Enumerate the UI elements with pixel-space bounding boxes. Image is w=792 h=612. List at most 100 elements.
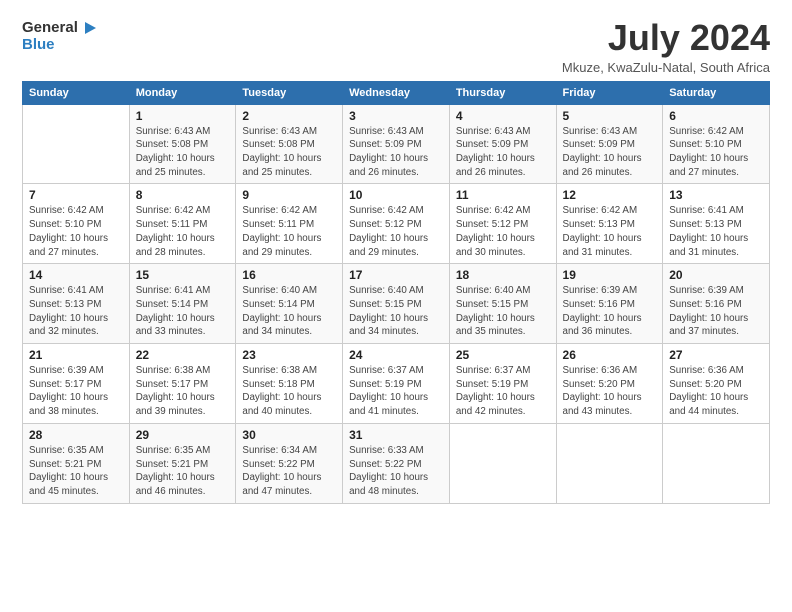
day-info: Sunrise: 6:43 AMSunset: 5:09 PMDaylight:… (563, 125, 657, 180)
logo-general: General (22, 20, 78, 37)
calendar-cell: 29 Sunrise: 6:35 AMSunset: 5:21 PMDayligh… (129, 423, 236, 503)
day-number: 5 (563, 109, 657, 123)
day-info: Sunrise: 6:41 AMSunset: 5:13 PMDaylight:… (669, 204, 763, 259)
day-info: Sunrise: 6:43 AMSunset: 5:08 PMDaylight:… (242, 125, 336, 180)
calendar-week-2: 14 Sunrise: 6:41 AMSunset: 5:13 PMDayligh… (23, 264, 770, 344)
day-info: Sunrise: 6:37 AMSunset: 5:19 PMDaylight:… (456, 364, 550, 419)
calendar-cell: 19 Sunrise: 6:39 AMSunset: 5:16 PMDayligh… (556, 264, 663, 344)
day-number: 2 (242, 109, 336, 123)
calendar-cell: 6Sunrise: 6:42 AMSunset: 5:10 PMDaylight… (663, 104, 770, 184)
day-number: 3 (349, 109, 443, 123)
col-header-thursday: Thursday (449, 81, 556, 104)
calendar-cell: 24 Sunrise: 6:37 AMSunset: 5:19 PMDayligh… (343, 344, 450, 424)
calendar-cell: 8 Sunrise: 6:42 AMSunset: 5:11 PMDaylight… (129, 184, 236, 264)
day-number: 29 (136, 428, 230, 442)
col-header-wednesday: Wednesday (343, 81, 450, 104)
col-header-sunday: Sunday (23, 81, 130, 104)
calendar-week-4: 28Sunrise: 6:35 AMSunset: 5:21 PMDayligh… (23, 423, 770, 503)
day-info: Sunrise: 6:43 AMSunset: 5:08 PMDaylight:… (136, 125, 230, 180)
day-info: Sunrise: 6:43 AMSunset: 5:09 PMDaylight:… (349, 125, 443, 180)
calendar-cell: 30Sunrise: 6:34 AMSunset: 5:22 PMDayligh… (236, 423, 343, 503)
calendar-cell: 15 Sunrise: 6:41 AMSunset: 5:14 PMDayligh… (129, 264, 236, 344)
day-number: 14 (29, 268, 123, 282)
day-number: 24 (349, 348, 443, 362)
day-info: Sunrise: 6:39 AMSunset: 5:16 PMDaylight:… (563, 284, 657, 339)
calendar-cell: 10Sunrise: 6:42 AMSunset: 5:12 PMDayligh… (343, 184, 450, 264)
calendar-cell (556, 423, 663, 503)
calendar-cell: 13 Sunrise: 6:41 AMSunset: 5:13 PMDayligh… (663, 184, 770, 264)
calendar-cell: 25 Sunrise: 6:37 AMSunset: 5:19 PMDayligh… (449, 344, 556, 424)
logo-blue: Blue (22, 36, 100, 53)
day-number: 27 (669, 348, 763, 362)
day-info: Sunrise: 6:38 AMSunset: 5:17 PMDaylight:… (136, 364, 230, 419)
day-number: 12 (563, 188, 657, 202)
day-number: 17 (349, 268, 443, 282)
calendar-cell: 12 Sunrise: 6:42 AMSunset: 5:13 PMDayligh… (556, 184, 663, 264)
calendar-cell: 31 Sunrise: 6:33 AMSunset: 5:22 PMDayligh… (343, 423, 450, 503)
location-subtitle: Mkuze, KwaZulu-Natal, South Africa (562, 60, 770, 75)
day-number: 10 (349, 188, 443, 202)
calendar-cell: 21 Sunrise: 6:39 AMSunset: 5:17 PMDayligh… (23, 344, 130, 424)
day-number: 16 (242, 268, 336, 282)
calendar-cell: 4Sunrise: 6:43 AMSunset: 5:09 PMDaylight… (449, 104, 556, 184)
day-info: Sunrise: 6:42 AMSunset: 5:10 PMDaylight:… (669, 125, 763, 180)
day-info: Sunrise: 6:33 AMSunset: 5:22 PMDaylight:… (349, 444, 443, 499)
header: General Blue July 2024 Mkuze, KwaZulu-Na… (22, 18, 770, 75)
day-info: Sunrise: 6:42 AMSunset: 5:13 PMDaylight:… (563, 204, 657, 259)
day-info: Sunrise: 6:37 AMSunset: 5:19 PMDaylight:… (349, 364, 443, 419)
day-number: 21 (29, 348, 123, 362)
logo: General Blue (22, 18, 100, 53)
day-number: 11 (456, 188, 550, 202)
calendar-cell: 14 Sunrise: 6:41 AMSunset: 5:13 PMDayligh… (23, 264, 130, 344)
day-number: 15 (136, 268, 230, 282)
calendar-table: SundayMondayTuesdayWednesdayThursdayFrid… (22, 81, 770, 504)
page: General Blue July 2024 Mkuze, KwaZulu-Na… (0, 0, 792, 516)
calendar-cell (663, 423, 770, 503)
calendar-week-0: 1 Sunrise: 6:43 AMSunset: 5:08 PMDaylight… (23, 104, 770, 184)
day-info: Sunrise: 6:41 AMSunset: 5:14 PMDaylight:… (136, 284, 230, 339)
calendar-cell: 18Sunrise: 6:40 AMSunset: 5:15 PMDayligh… (449, 264, 556, 344)
day-number: 1 (136, 109, 230, 123)
day-info: Sunrise: 6:41 AMSunset: 5:13 PMDaylight:… (29, 284, 123, 339)
day-number: 19 (563, 268, 657, 282)
calendar-cell: 11 Sunrise: 6:42 AMSunset: 5:12 PMDayligh… (449, 184, 556, 264)
day-number: 13 (669, 188, 763, 202)
logo-arrow-icon (80, 18, 100, 38)
calendar-cell: 26 Sunrise: 6:36 AMSunset: 5:20 PMDayligh… (556, 344, 663, 424)
day-info: Sunrise: 6:42 AMSunset: 5:12 PMDaylight:… (456, 204, 550, 259)
day-info: Sunrise: 6:43 AMSunset: 5:09 PMDaylight:… (456, 125, 550, 180)
day-number: 7 (29, 188, 123, 202)
day-number: 9 (242, 188, 336, 202)
calendar-cell (23, 104, 130, 184)
day-number: 20 (669, 268, 763, 282)
month-title: July 2024 (562, 18, 770, 58)
calendar-cell: 20 Sunrise: 6:39 AMSunset: 5:16 PMDayligh… (663, 264, 770, 344)
calendar-cell: 7Sunrise: 6:42 AMSunset: 5:10 PMDaylight… (23, 184, 130, 264)
col-header-monday: Monday (129, 81, 236, 104)
calendar-week-1: 7Sunrise: 6:42 AMSunset: 5:10 PMDaylight… (23, 184, 770, 264)
day-info: Sunrise: 6:35 AMSunset: 5:21 PMDaylight:… (136, 444, 230, 499)
calendar-cell: 22 Sunrise: 6:38 AMSunset: 5:17 PMDayligh… (129, 344, 236, 424)
day-info: Sunrise: 6:42 AMSunset: 5:11 PMDaylight:… (136, 204, 230, 259)
day-info: Sunrise: 6:40 AMSunset: 5:14 PMDaylight:… (242, 284, 336, 339)
calendar-cell: 3 Sunrise: 6:43 AMSunset: 5:09 PMDaylight… (343, 104, 450, 184)
title-block: July 2024 Mkuze, KwaZulu-Natal, South Af… (562, 18, 770, 75)
calendar-cell: 1 Sunrise: 6:43 AMSunset: 5:08 PMDaylight… (129, 104, 236, 184)
day-info: Sunrise: 6:36 AMSunset: 5:20 PMDaylight:… (563, 364, 657, 419)
day-number: 31 (349, 428, 443, 442)
col-header-friday: Friday (556, 81, 663, 104)
day-info: Sunrise: 6:36 AMSunset: 5:20 PMDaylight:… (669, 364, 763, 419)
day-info: Sunrise: 6:42 AMSunset: 5:11 PMDaylight:… (242, 204, 336, 259)
day-number: 8 (136, 188, 230, 202)
day-number: 22 (136, 348, 230, 362)
day-number: 25 (456, 348, 550, 362)
day-number: 26 (563, 348, 657, 362)
calendar-cell (449, 423, 556, 503)
calendar-cell: 16 Sunrise: 6:40 AMSunset: 5:14 PMDayligh… (236, 264, 343, 344)
col-header-tuesday: Tuesday (236, 81, 343, 104)
day-number: 23 (242, 348, 336, 362)
day-info: Sunrise: 6:40 AMSunset: 5:15 PMDaylight:… (456, 284, 550, 339)
calendar-cell: 5 Sunrise: 6:43 AMSunset: 5:09 PMDaylight… (556, 104, 663, 184)
day-info: Sunrise: 6:39 AMSunset: 5:16 PMDaylight:… (669, 284, 763, 339)
day-info: Sunrise: 6:39 AMSunset: 5:17 PMDaylight:… (29, 364, 123, 419)
